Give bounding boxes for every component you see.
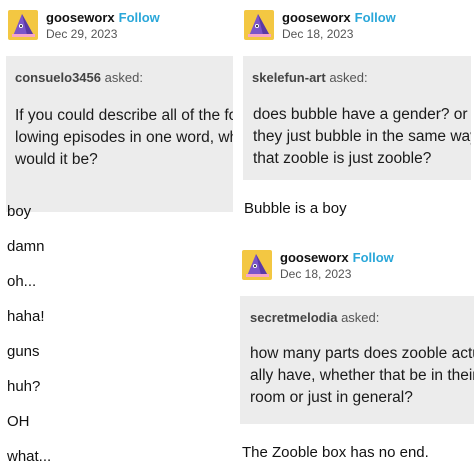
question-line: If you could describe all of the fol- xyxy=(15,107,233,124)
asked-label: asked: xyxy=(104,70,143,85)
post-header: gooseworx Follow Dec 18, 2023 xyxy=(242,250,470,284)
asker-name[interactable]: consuelo3456 xyxy=(15,70,101,85)
post-date: Dec 29, 2023 xyxy=(46,27,118,41)
author-label[interactable]: gooseworx xyxy=(46,10,115,25)
avatar[interactable] xyxy=(244,10,274,40)
answer-item: what... xyxy=(7,448,52,465)
post-date: Dec 18, 2023 xyxy=(280,267,352,281)
post-date: Dec 18, 2023 xyxy=(282,27,354,41)
question-line: lowing episodes in one word, what xyxy=(15,129,233,146)
column-divider xyxy=(236,0,238,474)
question-line: that zooble is just zooble? xyxy=(253,150,432,167)
asker-line: secretmelodia asked: xyxy=(250,310,379,325)
question-line: does bubble have a gender? or are xyxy=(253,106,471,123)
post-header: gooseworx Follow Dec 29, 2023 xyxy=(8,10,228,44)
question-line: how many parts does zooble actu- xyxy=(250,345,474,362)
asked-label: asked: xyxy=(341,310,380,325)
answer-item: guns xyxy=(7,343,40,360)
wizard-hat-icon xyxy=(12,14,35,37)
follow-button[interactable]: Follow xyxy=(353,250,394,265)
author-label[interactable]: gooseworx xyxy=(280,250,349,265)
answer-item: huh? xyxy=(7,378,41,395)
ask-box: consuelo3456 asked: If you could describ… xyxy=(6,56,233,212)
wizard-hat-icon xyxy=(246,254,269,277)
answer-item: boy xyxy=(7,203,32,220)
asked-label: asked: xyxy=(329,70,368,85)
author-label[interactable]: gooseworx xyxy=(282,10,351,25)
asker-line: consuelo3456 asked: xyxy=(15,70,143,85)
wizard-hat-icon xyxy=(248,14,271,37)
avatar[interactable] xyxy=(242,250,272,280)
answer-item: OH xyxy=(7,413,30,430)
asker-name[interactable]: skelefun-art xyxy=(252,70,326,85)
question-line: ally have, whether that be in their xyxy=(250,367,474,384)
answer-item: oh... xyxy=(7,273,37,290)
answer-text: The Zooble box has no end. xyxy=(242,444,429,461)
answer-item: haha! xyxy=(7,308,45,325)
follow-button[interactable]: Follow xyxy=(355,10,396,25)
post-header: gooseworx Follow Dec 18, 2023 xyxy=(244,10,469,44)
author-name[interactable]: gooseworx Follow xyxy=(46,10,160,25)
ask-box: skelefun-art asked: does bubble have a g… xyxy=(243,56,471,180)
ask-box: secretmelodia asked: how many parts does… xyxy=(240,296,474,424)
asker-line: skelefun-art asked: xyxy=(252,70,368,85)
author-name[interactable]: gooseworx Follow xyxy=(282,10,396,25)
answer-text: Bubble is a boy xyxy=(244,200,347,217)
asker-name[interactable]: secretmelodia xyxy=(250,310,337,325)
follow-button[interactable]: Follow xyxy=(119,10,160,25)
question-line: they just bubble in the same way xyxy=(253,128,471,145)
question-line: would it be? xyxy=(15,151,98,168)
author-name[interactable]: gooseworx Follow xyxy=(280,250,394,265)
answer-item: damn xyxy=(7,238,45,255)
question-line: room or just in general? xyxy=(250,389,413,406)
avatar[interactable] xyxy=(8,10,38,40)
